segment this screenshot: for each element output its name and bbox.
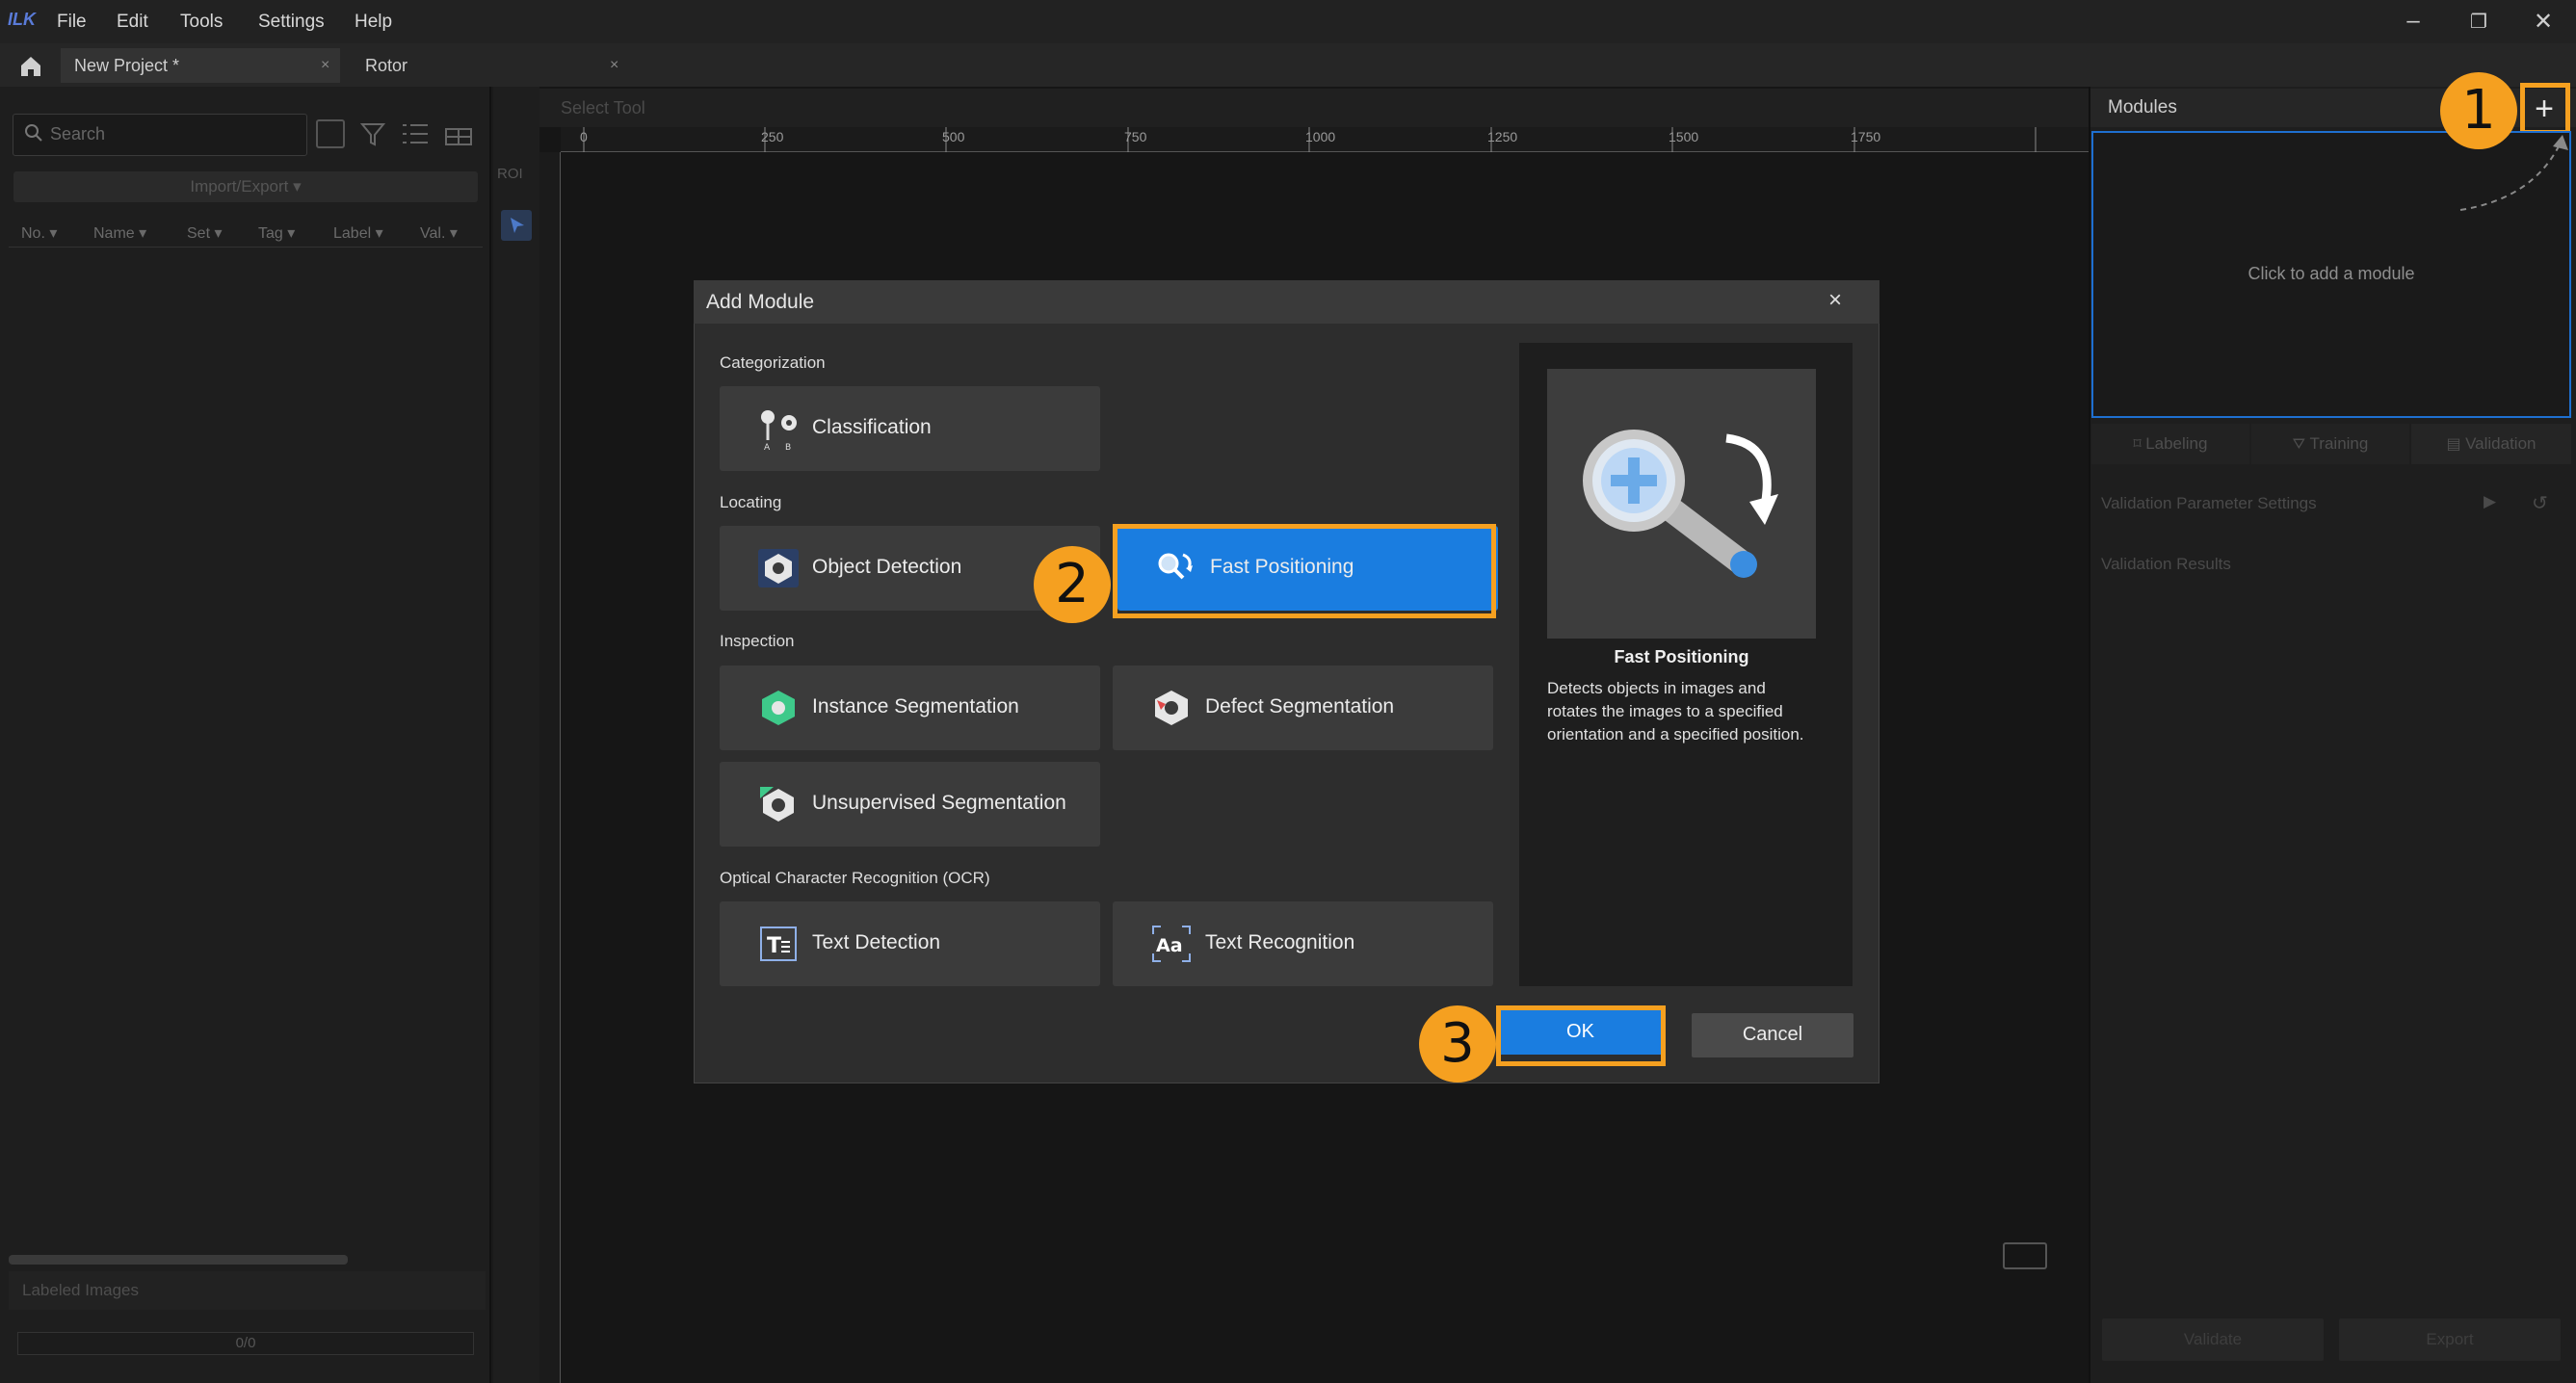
minimize-icon[interactable]: – [2394, 8, 2432, 35]
svg-text:Aa: Aa [1156, 935, 1183, 956]
labeled-images-bar[interactable]: Labeled Images [9, 1271, 486, 1310]
menu-settings[interactable]: Settings [258, 12, 325, 33]
empty-module-hint: Click to add a module [2247, 264, 2415, 283]
tab-training[interactable]: ⛛ Training [2251, 424, 2409, 464]
tab-new-project[interactable]: New Project * × [61, 48, 340, 83]
text-recognition-icon: Aa [1152, 926, 1191, 962]
tab-close-icon[interactable]: × [610, 57, 618, 74]
menu-tools[interactable]: Tools [180, 12, 223, 33]
ruler-tick: 500 [942, 129, 965, 144]
vertical-ruler [539, 152, 561, 1383]
module-unsupervised-segmentation[interactable]: Unsupervised Segmentation [720, 762, 1100, 847]
module-label: Text Recognition [1205, 931, 1355, 953]
validation-parameter-settings[interactable]: Validation Parameter Settings [2101, 494, 2317, 513]
unsupervised-segmentation-icon [760, 787, 794, 822]
filter-icon[interactable] [358, 119, 387, 153]
section-categorization: Categorization [720, 353, 826, 372]
module-text-recognition[interactable]: Aa Text Recognition [1113, 901, 1493, 986]
cancel-button[interactable]: Cancel [1692, 1013, 1853, 1057]
history-icon[interactable]: ↺ [2532, 491, 2548, 515]
column-no[interactable]: No. ▾ [21, 223, 57, 243]
fast-positioning-preview-icon [1547, 369, 1816, 639]
svg-text:T: T [767, 934, 781, 958]
restore-icon[interactable]: ❐ [2459, 10, 2498, 34]
tool-strip [493, 87, 539, 1383]
ok-button-highlight [1496, 1005, 1666, 1066]
section-locating: Locating [720, 493, 782, 511]
tab-labeling[interactable]: ⌑ Labeling [2091, 424, 2249, 464]
column-name[interactable]: Name ▾ [93, 223, 146, 243]
horizontal-scrollbar[interactable] [9, 1255, 348, 1265]
callout-3: 3 [1419, 1005, 1496, 1083]
module-text-detection[interactable]: T Text Detection [720, 901, 1100, 986]
object-detection-icon [758, 549, 799, 587]
menu-help[interactable]: Help [355, 12, 392, 33]
expand-icon[interactable]: ▶ [2484, 492, 2496, 511]
image-filter-icon[interactable] [316, 119, 345, 148]
module-classification[interactable]: A B Classification [720, 386, 1100, 471]
svg-text:A: A [764, 443, 771, 450]
header-divider [9, 247, 483, 248]
section-ocr: Optical Character Recognition (OCR) [720, 869, 990, 887]
module-label: Defect Segmentation [1205, 695, 1395, 718]
validate-button[interactable]: Validate [2102, 1318, 2324, 1361]
section-inspection: Inspection [720, 632, 795, 650]
search-icon [23, 122, 44, 148]
ruler-tick: 250 [761, 129, 784, 144]
module-instance-segmentation[interactable]: Instance Segmentation [720, 665, 1100, 750]
tab-label: New Project * [74, 56, 180, 75]
search-placeholder: Search [50, 124, 106, 144]
module-label: Object Detection [812, 556, 962, 578]
ruler-tick: 1000 [1305, 129, 1336, 144]
callout-2: 2 [1034, 546, 1111, 623]
export-button[interactable]: Export [2339, 1318, 2561, 1361]
column-tag[interactable]: Tag ▾ [258, 223, 295, 243]
labeled-progress: 0/0 [17, 1332, 474, 1355]
module-label: Classification [812, 416, 932, 438]
ruler-tick: 1500 [1669, 129, 1699, 144]
grid-view-icon[interactable] [443, 119, 474, 153]
image-list-panel [0, 87, 491, 1383]
ruler-tick: 750 [1124, 129, 1147, 144]
tab-label: Rotor [365, 56, 408, 75]
callout-1: 1 [2440, 72, 2517, 149]
column-label[interactable]: Label ▾ [333, 223, 383, 243]
close-icon[interactable]: ✕ [2524, 8, 2563, 36]
tab-validation[interactable]: ▤ Validation [2411, 424, 2571, 464]
text-detection-icon: T [760, 926, 797, 961]
preview-description: Detects objects in images and rotates th… [1547, 679, 1804, 744]
add-button-highlight [2520, 83, 2570, 135]
keyboard-icon[interactable] [2003, 1242, 2047, 1269]
ruler-tick: 1250 [1487, 129, 1518, 144]
dialog-title: Add Module [694, 280, 1879, 324]
defect-segmentation-icon [1155, 691, 1188, 725]
classification-icon: A B [761, 410, 797, 450]
preview-title: Fast Positioning [1614, 647, 1749, 666]
tab-rotor[interactable]: Rotor × [352, 48, 631, 83]
module-label: Text Detection [812, 931, 941, 953]
ruler-tick: 1750 [1851, 129, 1881, 144]
dialog-close-icon[interactable]: × [1828, 287, 1842, 314]
fast-positioning-highlight [1113, 524, 1496, 618]
tab-close-icon[interactable]: × [321, 57, 329, 74]
svg-text:B: B [785, 443, 791, 450]
roi-tool[interactable]: ROI [497, 166, 523, 182]
ruler-tick: 0 [580, 129, 588, 144]
app-logo: ILK [8, 10, 36, 29]
menu-file[interactable]: File [57, 12, 87, 33]
column-val[interactable]: Val. ▾ [420, 223, 458, 243]
import-export-button[interactable]: Import/Export ▾ [13, 171, 478, 202]
column-set[interactable]: Set ▾ [187, 223, 223, 243]
module-label: Instance Segmentation [812, 695, 1019, 718]
select-tool-label: Select Tool [539, 89, 2089, 127]
validation-results: Validation Results [2101, 555, 2231, 573]
menu-edit[interactable]: Edit [117, 12, 148, 33]
home-icon[interactable] [13, 50, 48, 81]
instance-segmentation-icon [762, 691, 795, 725]
select-tool-button[interactable] [501, 210, 532, 241]
list-view-icon[interactable] [401, 121, 430, 151]
module-label: Unsupervised Segmentation [812, 792, 1066, 814]
module-defect-segmentation[interactable]: Defect Segmentation [1113, 665, 1493, 750]
